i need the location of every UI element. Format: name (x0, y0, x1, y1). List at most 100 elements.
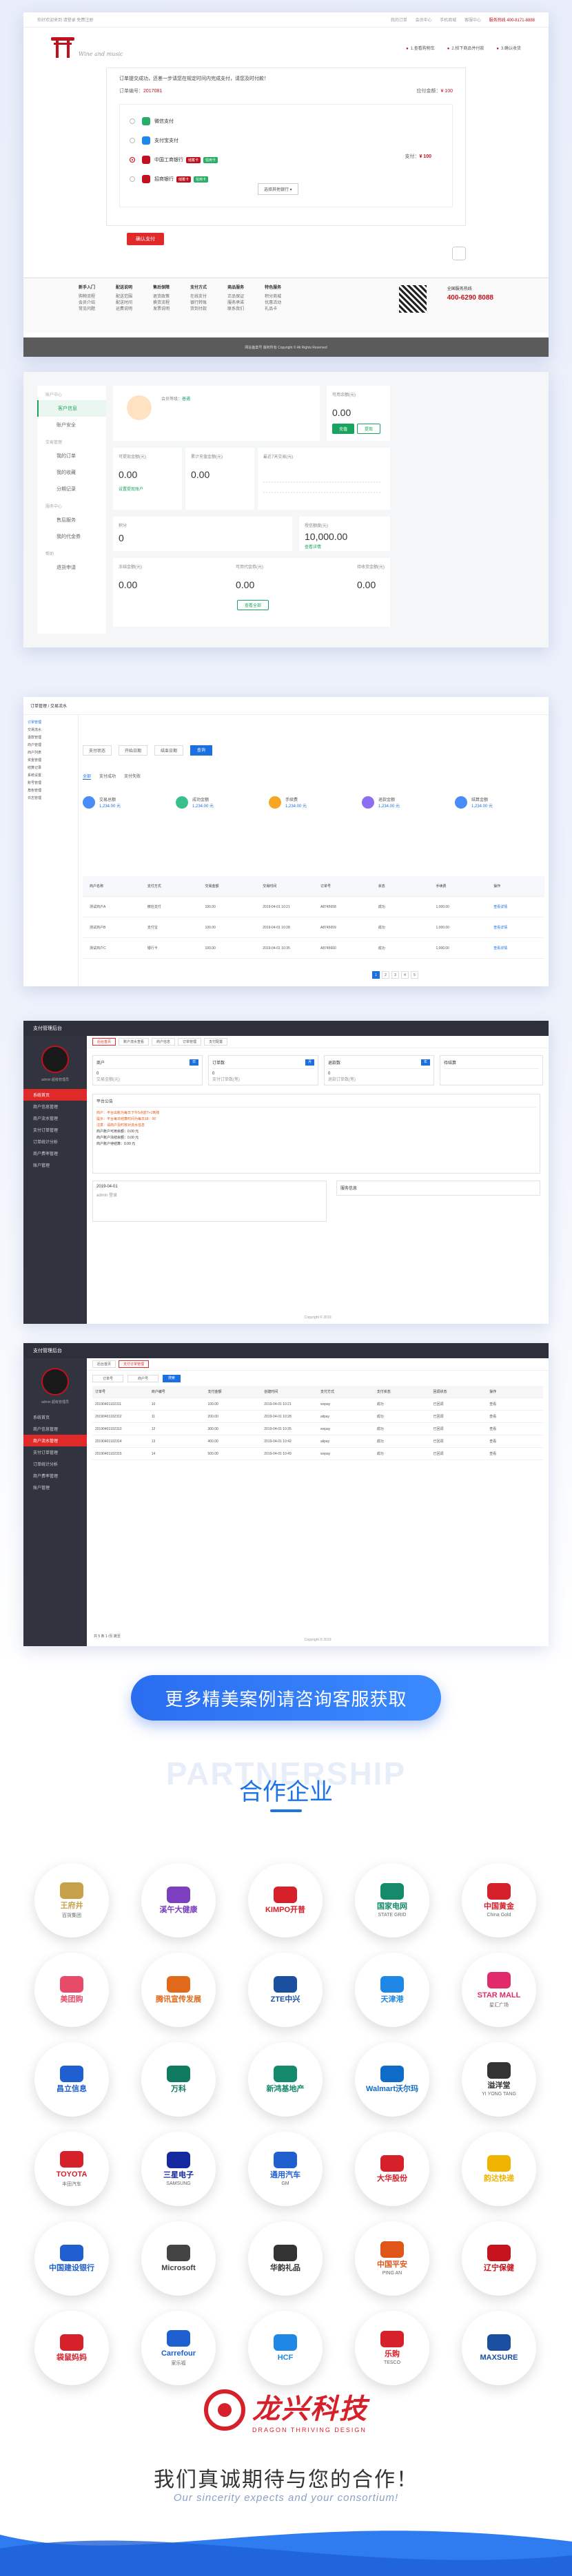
tab[interactable]: 订单管理 (178, 1038, 202, 1046)
filter-end[interactable]: 结束日期 (154, 745, 184, 756)
consult-cta-button[interactable]: 更多精美案例请咨询客服获取 (131, 1675, 441, 1721)
set-withdraw-link[interactable]: 设置提现账户 (119, 486, 176, 492)
admin-side-item[interactable]: 商户管理 (28, 742, 74, 749)
table-row[interactable]: 20190401102314 13 400.00 2019-04-01 10:42 al… (92, 1435, 543, 1448)
menu-item-favorites[interactable]: 我的收藏 (37, 464, 106, 481)
recharge-button[interactable]: 充值 (332, 424, 355, 434)
page-button[interactable]: 3 (391, 971, 399, 979)
admin-side-item[interactable]: 订单管理 (28, 719, 74, 727)
dark-menu-item[interactable]: 支付订单管理 (23, 1446, 87, 1458)
table-row[interactable]: 20190401102312 11 200.00 2019-04-01 10:28 al… (92, 1411, 543, 1423)
dark-admin-body: 后台首页 账户流水查看 商户信息 订单管理 支付配置 商户日 0 交易金额(元) … (87, 1036, 549, 1324)
table-row[interactable]: 20190401102313 12 300.00 2019-04-01 10:35 wx… (92, 1423, 543, 1435)
withdraw-button[interactable]: 提现 (357, 424, 381, 434)
partner-mark-icon (380, 2241, 404, 2258)
admin-side-item[interactable]: 资金管理 (28, 757, 74, 765)
menu-item-installments[interactable]: 分期记录 (37, 481, 106, 497)
table-row[interactable]: 20190401102311 10 100.00 2019-04-01 10:21 wx… (92, 1398, 543, 1411)
gate-logo-icon[interactable] (51, 37, 74, 58)
tab-all[interactable]: 全部 (83, 773, 92, 780)
dark-menu-item[interactable]: 订单统计分析 (23, 1458, 87, 1470)
bank-option-wechat[interactable]: 微信支付 (130, 112, 442, 131)
partner-subtitle: 丰田汽车 (62, 2181, 81, 2187)
tab-success[interactable]: 支付成功 (99, 773, 116, 780)
admin-side-item[interactable]: 结算记录 (28, 765, 74, 772)
admin-sidebar: 订单管理 交易流水 退款管理 商户管理 商户列表 资金管理 结算记录 系统设置 … (23, 715, 79, 986)
dark-menu-item[interactable]: 商户流水管理 (23, 1435, 87, 1446)
admin-side-item[interactable]: 退款管理 (28, 734, 74, 742)
bank-option-alipay[interactable]: 支付宝支付 (130, 131, 442, 150)
search-button[interactable]: 查询 (190, 745, 213, 756)
radio-wechat[interactable] (130, 118, 135, 124)
admin-side-item[interactable]: 角色管理 (28, 787, 74, 795)
topbar-link-service[interactable]: 客服中心 (464, 19, 481, 23)
dark-menu-item[interactable]: 商户信息管理 (23, 1101, 87, 1112)
dark-menu-item[interactable]: 账户管理 (23, 1159, 87, 1171)
confirm-pay-button[interactable]: 确认支付 (127, 233, 164, 245)
partner-name: 腾讯宣传发展 (156, 1995, 201, 2004)
more-banks-button[interactable]: 选择其他银行 ▾ (258, 183, 298, 195)
tab[interactable]: 支付订单管理 (119, 1360, 150, 1368)
credit-detail-link[interactable]: 查看详情 (305, 543, 385, 550)
dark-menu-item[interactable]: 账户管理 (23, 1482, 87, 1493)
topbar-link-member[interactable]: 会员中心 (416, 19, 432, 23)
topbar-link-mobile[interactable]: 手机商城 (440, 19, 456, 23)
topbar-link-orders[interactable]: 我的订单 (391, 19, 407, 23)
partner-subtitle: YI YONG TANG (482, 2092, 516, 2097)
dark-admin-body: 后台首页 支付订单管理 订单号 商户号 搜索 订单号 商户编号 支付金额 创建时间 支付… (87, 1358, 549, 1646)
filter-status[interactable]: 支付状态 (83, 745, 112, 756)
page-button[interactable]: 2 (382, 971, 389, 979)
tab[interactable]: 账户流水查看 (119, 1038, 150, 1046)
page-button[interactable]: 5 (411, 971, 418, 979)
tab[interactable]: 后台首页 (92, 1360, 116, 1368)
avatar[interactable] (41, 1046, 69, 1073)
partner-logo: 美团购 (34, 1953, 109, 2027)
tab[interactable]: 支付配置 (204, 1038, 228, 1046)
view-all-button[interactable]: 查看全部 (236, 600, 269, 610)
admin-side-item[interactable]: 账号管理 (28, 780, 74, 787)
dark-menu-item[interactable]: 支付订单管理 (23, 1124, 87, 1136)
avatar[interactable] (41, 1368, 69, 1395)
radio-icbc[interactable] (130, 157, 135, 163)
customer-service-icon[interactable] (452, 247, 466, 260)
bank-option-icbc[interactable]: 中国工商银行 储蓄卡 信用卡 (130, 150, 442, 169)
menu-item-aftersale[interactable]: 售后服务 (37, 512, 106, 528)
menu-item-security[interactable]: 账户安全 (37, 417, 106, 433)
detail-link[interactable]: 查看详情 (487, 904, 544, 909)
radio-alipay[interactable] (130, 138, 135, 143)
dark-menu-item[interactable]: 系统首页 (23, 1411, 87, 1423)
footer-col: 售后保障 退货政策 换货流程 发票说明 (153, 286, 170, 311)
page-button[interactable]: 1 (372, 971, 380, 979)
menu-item-orders[interactable]: 我的订单 (37, 448, 106, 464)
dark-menu-item[interactable]: 商户流水管理 (23, 1112, 87, 1124)
table-row[interactable]: 测试商户C 银行卡 100.00 2019-04-01 10:35 A8745660 成功… (83, 938, 544, 959)
detail-link[interactable]: 查看详情 (487, 946, 544, 951)
admin-side-item[interactable]: 商户列表 (28, 749, 74, 757)
dark-menu-item[interactable]: 商户费率管理 (23, 1470, 87, 1482)
table-row[interactable]: 测试商户A 微信支付 100.00 2019-04-01 10:21 A8745658 成… (83, 897, 544, 917)
dark-menu-item[interactable]: 商户费率管理 (23, 1147, 87, 1159)
page-button[interactable]: 4 (401, 971, 409, 979)
tab[interactable]: 后台首页 (92, 1038, 116, 1046)
menu-item-profile[interactable]: 客户信息 (37, 400, 106, 417)
filter-start[interactable]: 开始日期 (119, 745, 148, 756)
table-row[interactable]: 20190401102315 14 500.00 2019-04-01 10:49 wx… (92, 1448, 543, 1460)
admin-side-item[interactable]: 系统设置 (28, 772, 74, 780)
tab-fail[interactable]: 支付失败 (124, 773, 141, 780)
radio-cmb[interactable] (130, 176, 135, 182)
menu-group: 账户中心 (45, 393, 63, 397)
table-row[interactable]: 测试商户B 支付宝 100.00 2019-04-01 10:28 A8745659 成功… (83, 917, 544, 938)
menu-item-returns[interactable]: 退货申请 (37, 559, 106, 576)
admin-side-item[interactable]: 交易流水 (28, 727, 74, 734)
menu-item-coupons[interactable]: 我的代金券 (37, 528, 106, 545)
filter-order-no[interactable]: 订单号 (92, 1375, 124, 1382)
detail-link[interactable]: 查看详情 (487, 925, 544, 930)
avatar[interactable] (127, 395, 152, 420)
admin-side-item[interactable]: 日志管理 (28, 795, 74, 802)
dark-menu-item[interactable]: 商户信息管理 (23, 1423, 87, 1435)
dark-menu-item[interactable]: 订单统计分析 (23, 1136, 87, 1147)
search-button[interactable]: 搜索 (163, 1375, 181, 1382)
tab[interactable]: 商户信息 (152, 1038, 176, 1046)
filter-merchant-no[interactable]: 商户号 (127, 1375, 159, 1382)
dark-menu-item[interactable]: 系统首页 (23, 1089, 87, 1101)
